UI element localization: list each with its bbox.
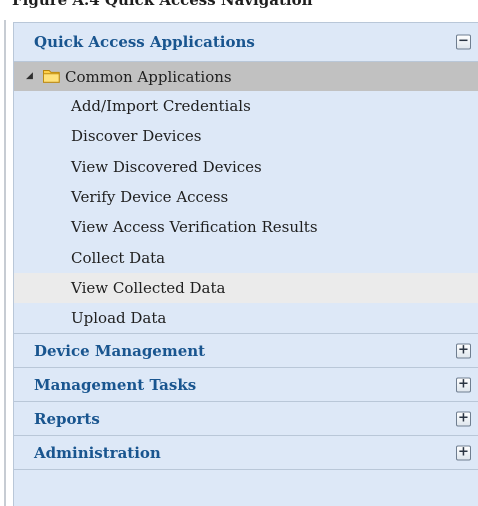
left-border-rule xyxy=(4,20,6,506)
top-caption: Figure A.4 Quick Access Navigation xyxy=(12,0,313,9)
expand-button-administration[interactable]: + xyxy=(456,445,471,461)
tree-item-label: View Discovered Devices xyxy=(71,157,262,176)
navigation-panel: Quick Access Applications − ◢ Common App… xyxy=(13,22,478,506)
section-management-tasks[interactable]: Management Tasks + xyxy=(14,368,478,403)
expand-button-management-tasks[interactable]: + xyxy=(456,377,471,393)
tree-expand-arrow-icon[interactable]: ◢ xyxy=(26,71,33,81)
expand-button-reports[interactable]: + xyxy=(456,411,471,427)
expand-button-device-management[interactable]: + xyxy=(456,343,471,359)
tree-item-view-access-verification-results[interactable]: View Access Verification Results xyxy=(14,212,478,243)
tree-item-upload-data[interactable]: Upload Data xyxy=(14,303,478,334)
tree-item-label: Verify Device Access xyxy=(71,188,229,207)
tree-item-discover-devices[interactable]: Discover Devices xyxy=(14,121,478,152)
collapse-button-quick-access-applications[interactable]: − xyxy=(456,34,471,50)
tree-item-verify-device-access[interactable]: Verify Device Access xyxy=(14,181,478,213)
tree-item-label: View Access Verification Results xyxy=(71,218,318,237)
section-title-reports: Reports xyxy=(34,409,100,428)
tree-node-common-applications[interactable]: ◢ Common Applications xyxy=(14,62,478,91)
tree-item-view-collected-data[interactable]: View Collected Data xyxy=(14,272,478,304)
tree-item-add-import-credentials[interactable]: Add/Import Credentials xyxy=(14,91,478,122)
top-caption-strip: Figure A.4 Quick Access Navigation xyxy=(0,0,478,18)
tree-item-label: View Collected Data xyxy=(71,278,226,297)
tree-item-collect-data[interactable]: Collect Data xyxy=(14,242,478,273)
folder-icon xyxy=(43,70,60,83)
section-quick-access-applications[interactable]: Quick Access Applications − xyxy=(14,23,478,62)
tree-item-label: Discover Devices xyxy=(71,127,202,146)
quick-access-tree: ◢ Common Applications Add/Import Credent… xyxy=(14,62,478,335)
section-title-quick-access-applications: Quick Access Applications xyxy=(34,33,255,51)
section-reports[interactable]: Reports + xyxy=(14,402,478,437)
tree-item-label: Collect Data xyxy=(71,248,166,267)
section-title-administration: Administration xyxy=(34,443,161,462)
tree-item-label: Upload Data xyxy=(71,309,167,328)
tree-node-label-common-applications: Common Applications xyxy=(65,67,232,86)
section-title-management-tasks: Management Tasks xyxy=(34,375,197,394)
tree-item-label: Add/Import Credentials xyxy=(71,97,251,116)
section-administration[interactable]: Administration + xyxy=(14,436,478,471)
section-title-device-management: Device Management xyxy=(34,341,206,360)
section-device-management[interactable]: Device Management + xyxy=(14,334,478,369)
tree-item-view-discovered-devices[interactable]: View Discovered Devices xyxy=(14,151,478,182)
